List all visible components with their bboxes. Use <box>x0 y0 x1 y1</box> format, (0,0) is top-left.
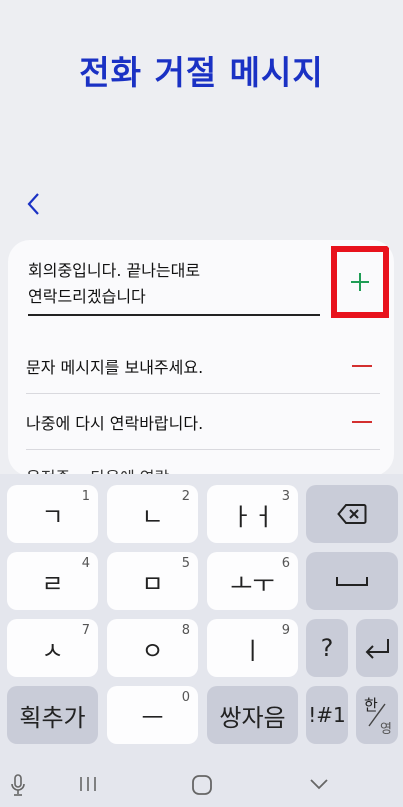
key-ieung[interactable]: ㅇ 8 <box>107 619 198 677</box>
language-key[interactable]: 한 영 <box>356 686 398 744</box>
page-title: 전화 거절 메시지 <box>79 53 324 92</box>
add-message-button[interactable] <box>331 246 389 318</box>
key-i[interactable]: ㅣ 9 <box>207 619 298 677</box>
key-mieum[interactable]: ㅁ 5 <box>107 552 198 610</box>
remove-icon[interactable] <box>352 420 372 423</box>
enter-icon <box>365 639 389 659</box>
microphone-icon[interactable] <box>10 774 26 798</box>
message-input[interactable]: 회의중입니다. 끝나는대로 연락드리겠습니다 <box>28 258 320 316</box>
message-text: 나중에 다시 연락바랍니다. <box>26 413 204 433</box>
message-text: 문자 메시지를 보내주세요. <box>26 357 204 377</box>
list-item[interactable]: 문자 메시지를 보내주세요. <box>26 338 380 394</box>
keyboard: ㄱ 1 ㄴ 2 ㅏㅓ 3 ㄹ 4 ㅁ 5 ㅗㅜ 6 ㅅ 7 ㅇ 8 ㅣ 9 ? … <box>0 474 403 807</box>
plus-icon <box>351 273 369 291</box>
key-siot[interactable]: ㅅ 7 <box>7 619 98 677</box>
key-eu[interactable]: ㅡ 0 <box>107 686 198 744</box>
question-key[interactable]: ? <box>306 619 348 677</box>
remove-icon[interactable] <box>352 364 372 367</box>
space-icon <box>336 577 368 586</box>
navigation-bar <box>0 762 403 807</box>
list-item[interactable]: 나중에 다시 연락바랍니다. <box>26 394 380 450</box>
key-o-u[interactable]: ㅗㅜ 6 <box>207 552 298 610</box>
key-nieun[interactable]: ㄴ 2 <box>107 485 198 543</box>
double-consonant-key[interactable]: 쌍자음 <box>207 686 298 744</box>
backspace-key[interactable] <box>306 485 398 543</box>
key-a-eo[interactable]: ㅏㅓ 3 <box>207 485 298 543</box>
chevron-down-icon[interactable] <box>308 774 330 794</box>
enter-key[interactable] <box>356 619 398 677</box>
back-icon[interactable] <box>22 189 48 219</box>
key-rieul[interactable]: ㄹ 4 <box>7 552 98 610</box>
language-en-label: 영 <box>380 722 392 737</box>
home-icon[interactable] <box>191 774 213 796</box>
space-key[interactable] <box>306 552 398 610</box>
message-input-line1: 회의중입니다. 끝나는대로 <box>28 261 201 280</box>
message-card: 회의중입니다. 끝나는대로 연락드리겠습니다 문자 메시지를 보내주세요. 나중… <box>8 240 394 476</box>
key-giyeok[interactable]: ㄱ 1 <box>7 485 98 543</box>
add-stroke-key[interactable]: 획추가 <box>7 686 98 744</box>
backspace-icon <box>337 504 367 524</box>
symbols-key[interactable]: !#1 <box>306 686 348 744</box>
message-input-line2: 연락드리겠습니다 <box>28 287 146 306</box>
recent-apps-icon[interactable] <box>78 774 98 794</box>
